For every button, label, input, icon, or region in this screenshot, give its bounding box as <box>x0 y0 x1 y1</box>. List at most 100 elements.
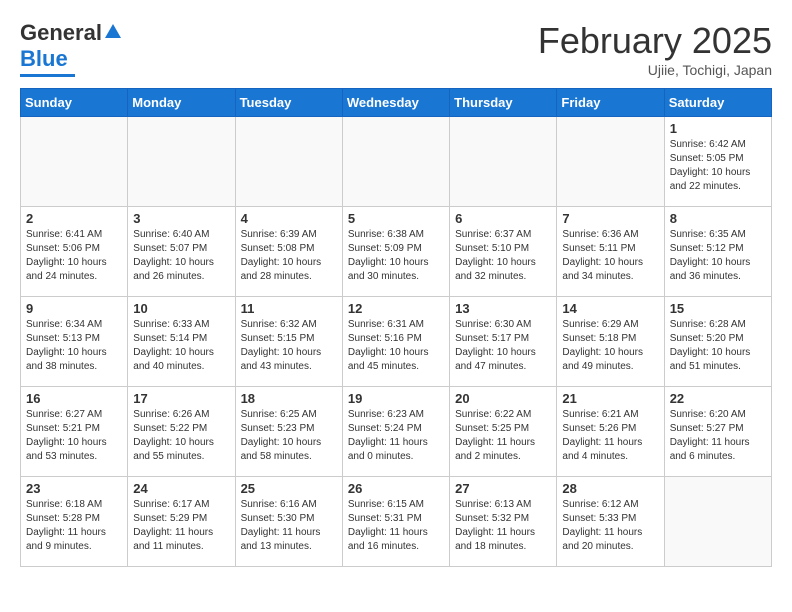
day-number: 10 <box>133 301 229 316</box>
calendar-day-cell: 10 Sunrise: 6:33 AMSunset: 5:14 PMDayligh… <box>128 297 235 387</box>
calendar-day-cell: 24 Sunrise: 6:17 AMSunset: 5:29 PMDayligh… <box>128 477 235 567</box>
calendar-day-cell: 18 Sunrise: 6:25 AMSunset: 5:23 PMDayligh… <box>235 387 342 477</box>
calendar-day-cell: 14 Sunrise: 6:29 AMSunset: 5:18 PMDayligh… <box>557 297 664 387</box>
day-info: Sunrise: 6:25 AMSunset: 5:23 PMDaylight:… <box>241 408 337 464</box>
calendar-day-cell <box>342 117 449 207</box>
title-block: February 2025 Ujiie, Tochigi, Japan <box>538 20 772 78</box>
calendar-day-cell: 15 Sunrise: 6:28 AMSunset: 5:20 PMDayligh… <box>664 297 771 387</box>
day-number: 21 <box>562 391 658 406</box>
day-number: 2 <box>26 211 122 226</box>
day-number: 9 <box>26 301 122 316</box>
day-number: 24 <box>133 481 229 496</box>
day-number: 1 <box>670 121 766 136</box>
calendar-week-row: 2 Sunrise: 6:41 AMSunset: 5:06 PMDaylight… <box>21 207 772 297</box>
calendar-day-cell: 22 Sunrise: 6:20 AMSunset: 5:27 PMDayligh… <box>664 387 771 477</box>
calendar-day-cell: 2 Sunrise: 6:41 AMSunset: 5:06 PMDaylight… <box>21 207 128 297</box>
calendar-day-cell <box>664 477 771 567</box>
day-info: Sunrise: 6:29 AMSunset: 5:18 PMDaylight:… <box>562 318 658 374</box>
day-number: 18 <box>241 391 337 406</box>
calendar-day-cell: 9 Sunrise: 6:34 AMSunset: 5:13 PMDaylight… <box>21 297 128 387</box>
calendar-day-cell: 4 Sunrise: 6:39 AMSunset: 5:08 PMDaylight… <box>235 207 342 297</box>
calendar-day-cell: 5 Sunrise: 6:38 AMSunset: 5:09 PMDaylight… <box>342 207 449 297</box>
calendar-week-row: 1 Sunrise: 6:42 AMSunset: 5:05 PMDaylight… <box>21 117 772 207</box>
calendar-day-cell: 19Sunrise: 6:23 AMSunset: 5:24 PMDayligh… <box>342 387 449 477</box>
calendar-day-cell <box>128 117 235 207</box>
logo: General Blue <box>20 20 122 77</box>
day-info: Sunrise: 6:34 AMSunset: 5:13 PMDaylight:… <box>26 318 122 374</box>
weekday-header: Monday <box>128 89 235 117</box>
calendar-day-cell: 7 Sunrise: 6:36 AMSunset: 5:11 PMDaylight… <box>557 207 664 297</box>
calendar-day-cell: 25Sunrise: 6:16 AMSunset: 5:30 PMDayligh… <box>235 477 342 567</box>
calendar-day-cell: 12Sunrise: 6:31 AMSunset: 5:16 PMDayligh… <box>342 297 449 387</box>
calendar-day-cell: 11Sunrise: 6:32 AMSunset: 5:15 PMDayligh… <box>235 297 342 387</box>
day-info: Sunrise: 6:27 AMSunset: 5:21 PMDaylight:… <box>26 408 122 464</box>
day-number: 14 <box>562 301 658 316</box>
day-info: Sunrise: 6:35 AMSunset: 5:12 PMDaylight:… <box>670 228 766 284</box>
calendar-day-cell: 6Sunrise: 6:37 AMSunset: 5:10 PMDaylight… <box>450 207 557 297</box>
day-info: Sunrise: 6:26 AMSunset: 5:22 PMDaylight:… <box>133 408 229 464</box>
location: Ujiie, Tochigi, Japan <box>538 62 772 78</box>
day-number: 12 <box>348 301 444 316</box>
calendar-day-cell: 8 Sunrise: 6:35 AMSunset: 5:12 PMDaylight… <box>664 207 771 297</box>
weekday-header: Sunday <box>21 89 128 117</box>
day-info: Sunrise: 6:39 AMSunset: 5:08 PMDaylight:… <box>241 228 337 284</box>
day-info: Sunrise: 6:36 AMSunset: 5:11 PMDaylight:… <box>562 228 658 284</box>
day-number: 7 <box>562 211 658 226</box>
logo-general: General <box>20 20 102 46</box>
logo-arrow-icon <box>104 22 122 40</box>
calendar-day-cell: 1 Sunrise: 6:42 AMSunset: 5:05 PMDaylight… <box>664 117 771 207</box>
day-number: 20 <box>455 391 551 406</box>
day-info: Sunrise: 6:13 AMSunset: 5:32 PMDaylight:… <box>455 498 551 554</box>
day-info: Sunrise: 6:41 AMSunset: 5:06 PMDaylight:… <box>26 228 122 284</box>
logo-underline <box>20 74 75 77</box>
weekday-header: Tuesday <box>235 89 342 117</box>
calendar-day-cell: 27 Sunrise: 6:13 AMSunset: 5:32 PMDayligh… <box>450 477 557 567</box>
day-info: Sunrise: 6:17 AMSunset: 5:29 PMDaylight:… <box>133 498 229 554</box>
day-number: 27 <box>455 481 551 496</box>
calendar-header-row: SundayMondayTuesdayWednesdayThursdayFrid… <box>21 89 772 117</box>
day-info: Sunrise: 6:28 AMSunset: 5:20 PMDaylight:… <box>670 318 766 374</box>
calendar-day-cell: 17 Sunrise: 6:26 AMSunset: 5:22 PMDayligh… <box>128 387 235 477</box>
day-number: 6 <box>455 211 551 226</box>
calendar-day-cell: 16 Sunrise: 6:27 AMSunset: 5:21 PMDayligh… <box>21 387 128 477</box>
month-title: February 2025 <box>538 20 772 62</box>
day-number: 5 <box>348 211 444 226</box>
calendar-day-cell: 3Sunrise: 6:40 AMSunset: 5:07 PMDaylight… <box>128 207 235 297</box>
calendar-week-row: 16 Sunrise: 6:27 AMSunset: 5:21 PMDayligh… <box>21 387 772 477</box>
day-info: Sunrise: 6:42 AMSunset: 5:05 PMDaylight:… <box>670 138 766 194</box>
day-number: 16 <box>26 391 122 406</box>
calendar-day-cell: 28 Sunrise: 6:12 AMSunset: 5:33 PMDayligh… <box>557 477 664 567</box>
day-number: 8 <box>670 211 766 226</box>
calendar-day-cell <box>235 117 342 207</box>
day-info: Sunrise: 6:33 AMSunset: 5:14 PMDaylight:… <box>133 318 229 374</box>
day-info: Sunrise: 6:38 AMSunset: 5:09 PMDaylight:… <box>348 228 444 284</box>
day-number: 25 <box>241 481 337 496</box>
day-info: Sunrise: 6:18 AMSunset: 5:28 PMDaylight:… <box>26 498 122 554</box>
day-number: 13 <box>455 301 551 316</box>
day-info: Sunrise: 6:15 AMSunset: 5:31 PMDaylight:… <box>348 498 444 554</box>
weekday-header: Wednesday <box>342 89 449 117</box>
day-number: 22 <box>670 391 766 406</box>
weekday-header: Friday <box>557 89 664 117</box>
day-info: Sunrise: 6:20 AMSunset: 5:27 PMDaylight:… <box>670 408 766 464</box>
day-number: 4 <box>241 211 337 226</box>
calendar-day-cell: 26 Sunrise: 6:15 AMSunset: 5:31 PMDayligh… <box>342 477 449 567</box>
day-info: Sunrise: 6:12 AMSunset: 5:33 PMDaylight:… <box>562 498 658 554</box>
calendar-day-cell <box>450 117 557 207</box>
day-info: Sunrise: 6:32 AMSunset: 5:15 PMDaylight:… <box>241 318 337 374</box>
page-header: General Blue February 2025 Ujiie, Tochig… <box>20 20 772 78</box>
day-info: Sunrise: 6:22 AMSunset: 5:25 PMDaylight:… <box>455 408 551 464</box>
calendar-table: SundayMondayTuesdayWednesdayThursdayFrid… <box>20 88 772 567</box>
calendar-day-cell: 20 Sunrise: 6:22 AMSunset: 5:25 PMDayligh… <box>450 387 557 477</box>
day-number: 26 <box>348 481 444 496</box>
day-number: 23 <box>26 481 122 496</box>
calendar-week-row: 9 Sunrise: 6:34 AMSunset: 5:13 PMDaylight… <box>21 297 772 387</box>
calendar-day-cell <box>557 117 664 207</box>
day-number: 17 <box>133 391 229 406</box>
day-number: 15 <box>670 301 766 316</box>
calendar-day-cell: 23 Sunrise: 6:18 AMSunset: 5:28 PMDayligh… <box>21 477 128 567</box>
day-number: 28 <box>562 481 658 496</box>
calendar-week-row: 23 Sunrise: 6:18 AMSunset: 5:28 PMDayligh… <box>21 477 772 567</box>
calendar-day-cell <box>21 117 128 207</box>
day-info: Sunrise: 6:40 AMSunset: 5:07 PMDaylight:… <box>133 228 229 284</box>
